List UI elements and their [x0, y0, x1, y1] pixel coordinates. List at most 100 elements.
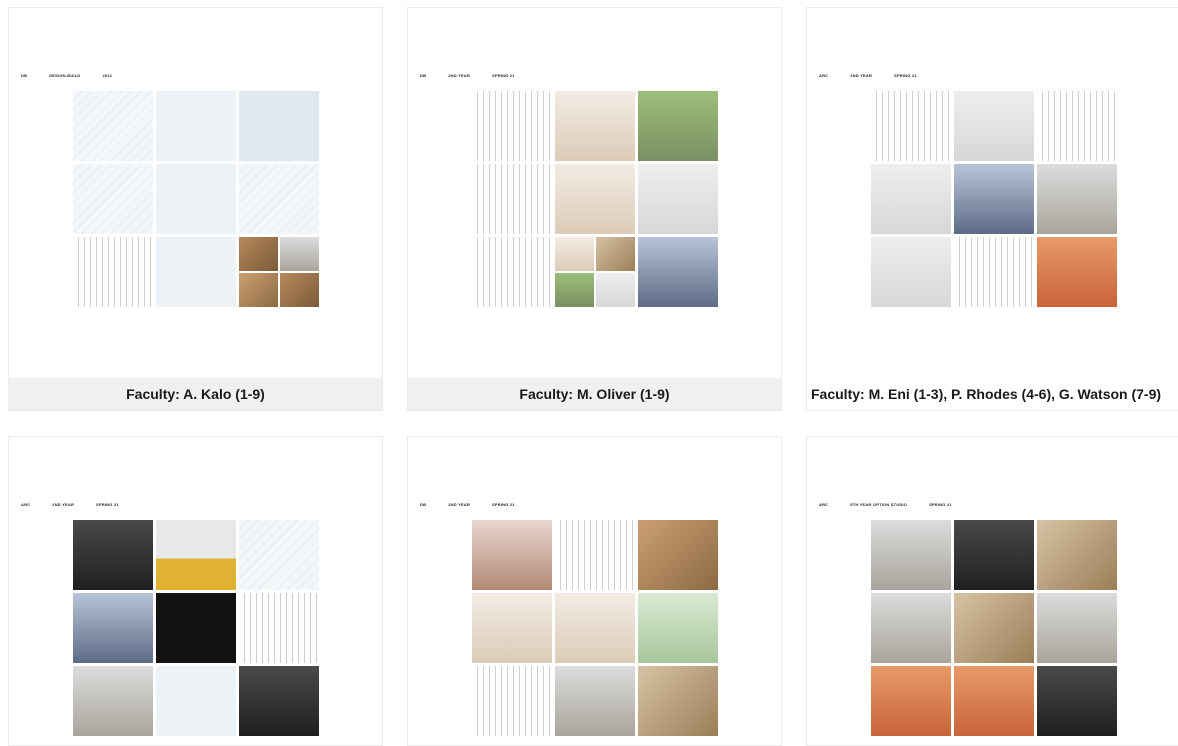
tag-course: 5TH YEAR OPTION STUDIO — [850, 502, 908, 507]
thumbnail — [954, 237, 1034, 307]
project-card-5[interactable]: DB 2ND YEAR SPRING 21 — [407, 436, 782, 746]
thumbnail — [954, 91, 1034, 161]
thumbnail — [954, 520, 1034, 590]
thumbnail-grid — [73, 91, 319, 307]
thumbnail — [73, 520, 153, 590]
thumbnail — [73, 164, 153, 234]
thumbnail — [156, 593, 236, 663]
thumbnail — [73, 237, 153, 307]
thumbnail — [239, 237, 319, 307]
tag-row: DB 2ND YEAR SPRING 21 — [420, 73, 515, 78]
thumbnail — [472, 91, 552, 161]
thumbnail — [638, 237, 718, 307]
thumbnail-grid — [73, 520, 319, 736]
thumbnail — [472, 666, 552, 736]
thumbnail — [555, 593, 635, 663]
thumbnail — [871, 666, 951, 736]
thumbnail-grid — [472, 91, 718, 307]
thumbnail — [1037, 593, 1117, 663]
thumbnail — [239, 520, 319, 590]
thumbnail — [555, 520, 635, 590]
thumbnail — [871, 593, 951, 663]
thumbnail — [638, 91, 718, 161]
tag-course: 2ND YEAR — [52, 502, 75, 507]
thumbnail — [239, 237, 278, 271]
project-card-6[interactable]: ARC 5TH YEAR OPTION STUDIO SPRING 21 — [806, 436, 1178, 746]
thumbnail — [156, 666, 236, 736]
thumbnail — [1037, 91, 1117, 161]
thumbnail — [239, 164, 319, 234]
tag-row: DB 2ND YEAR SPRING 21 — [420, 502, 515, 507]
thumbnail — [638, 593, 718, 663]
thumbnail — [596, 237, 635, 271]
tag-program: DB — [420, 73, 427, 78]
thumbnail — [871, 520, 951, 590]
thumbnail — [954, 666, 1034, 736]
tag-term: SPRING 21 — [929, 502, 952, 507]
tag-course: 2ND YEAR — [448, 73, 470, 78]
thumbnail — [954, 164, 1034, 234]
thumbnail — [1037, 520, 1117, 590]
thumbnail — [280, 237, 319, 271]
thumbnail — [156, 91, 236, 161]
faculty-caption: Faculty: A. Kalo (1-9) — [9, 378, 382, 410]
thumbnail — [596, 273, 635, 307]
tag-program: DB — [21, 73, 28, 78]
tag-row: ARC 2ND YEAR SPRING 21 — [819, 73, 917, 78]
tag-program: DB — [420, 502, 427, 507]
tag-row: DB DESIGN-BUILD 2021 — [21, 73, 112, 78]
thumbnail — [73, 666, 153, 736]
tag-course: 2ND YEAR — [850, 73, 873, 78]
faculty-caption: Faculty: M. Eni (1-3), P. Rhodes (4-6), … — [807, 378, 1178, 410]
thumbnail — [555, 666, 635, 736]
thumbnail — [239, 593, 319, 663]
thumbnail — [73, 593, 153, 663]
project-card-2[interactable]: DB 2ND YEAR SPRING 21 Faculty: M. Oliver… — [407, 7, 782, 411]
thumbnail-grid — [472, 520, 718, 736]
thumbnail — [239, 273, 278, 307]
tag-term: SPRING 21 — [491, 502, 515, 507]
faculty-caption: Faculty: M. Oliver (1-9) — [408, 378, 781, 410]
project-card-3[interactable]: ARC 2ND YEAR SPRING 21 Faculty: M. Eni (… — [806, 7, 1178, 411]
thumbnail — [638, 666, 718, 736]
tag-program: ARC — [819, 502, 829, 507]
tag-term: 2021 — [102, 73, 113, 78]
thumbnail — [156, 520, 236, 590]
tag-term: SPRING 21 — [491, 73, 515, 78]
thumbnail — [555, 164, 635, 234]
tag-row: ARC 2ND YEAR SPRING 21 — [21, 502, 119, 507]
thumbnail — [472, 164, 552, 234]
thumbnail — [555, 237, 635, 307]
tag-term: SPRING 21 — [894, 73, 917, 78]
thumbnail — [1037, 164, 1117, 234]
thumbnail — [472, 237, 552, 307]
thumbnail — [156, 237, 236, 307]
project-card-4[interactable]: ARC 2ND YEAR SPRING 21 — [8, 436, 383, 746]
thumbnail — [871, 91, 951, 161]
thumbnail — [555, 237, 594, 271]
tag-course: 2ND YEAR — [448, 502, 470, 507]
thumbnail — [472, 520, 552, 590]
tag-course: DESIGN-BUILD — [49, 73, 81, 78]
thumbnail-grid — [871, 520, 1117, 736]
thumbnail — [280, 273, 319, 307]
project-card-1[interactable]: DB DESIGN-BUILD 2021 Faculty: A. Kalo (1… — [8, 7, 383, 411]
tag-program: ARC — [21, 502, 31, 507]
thumbnail — [239, 91, 319, 161]
thumbnail — [871, 237, 951, 307]
thumbnail — [638, 164, 718, 234]
thumbnail — [472, 593, 552, 663]
thumbnail — [555, 273, 594, 307]
thumbnail — [871, 164, 951, 234]
tag-term: SPRING 21 — [96, 502, 119, 507]
thumbnail — [1037, 666, 1117, 736]
thumbnail-grid — [871, 91, 1117, 307]
thumbnail — [555, 91, 635, 161]
thumbnail — [638, 520, 718, 590]
tag-row: ARC 5TH YEAR OPTION STUDIO SPRING 21 — [819, 502, 952, 507]
thumbnail — [156, 164, 236, 234]
thumbnail — [1037, 237, 1117, 307]
tag-program: ARC — [819, 73, 829, 78]
thumbnail — [954, 593, 1034, 663]
thumbnail — [73, 91, 153, 161]
